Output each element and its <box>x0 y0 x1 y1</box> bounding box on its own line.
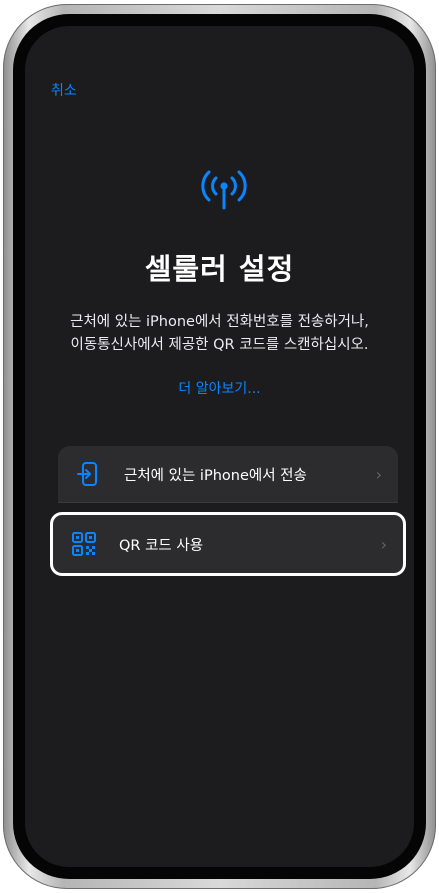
qr-code-icon <box>71 531 97 557</box>
cancel-button[interactable]: 취소 <box>51 80 77 100</box>
chevron-right-icon: › <box>380 534 387 554</box>
use-qr-code-option[interactable]: QR 코드 사용 › <box>50 512 406 576</box>
chevron-right-icon: › <box>375 464 382 484</box>
divider <box>58 502 398 503</box>
setup-screen: 취소 셀룰러 설정 근처에 있는 iPhone에서 전화번호를 전송하거나, 이… <box>25 26 414 867</box>
transfer-from-iphone-option[interactable]: 근처에 있는 iPhone에서 전송 › <box>58 446 398 502</box>
phone-transfer-icon <box>76 461 102 487</box>
description-line-1: 근처에 있는 iPhone에서 전화번호를 전송하거나, <box>70 314 369 330</box>
learn-more-link[interactable]: 더 알아보기... <box>25 378 414 398</box>
qr-option-label: QR 코드 사용 <box>119 537 204 554</box>
description: 근처에 있는 iPhone에서 전화번호를 전송하거나, 이동통신사에서 제공한… <box>25 311 414 357</box>
page-title: 셀룰러 설정 <box>144 252 295 286</box>
transfer-option-label: 근처에 있는 iPhone에서 전송 <box>124 467 307 484</box>
description-line-2: 이동통신사에서 제공한 QR 코드를 스캔하십시오. <box>70 337 369 353</box>
cellular-antenna-icon <box>201 170 247 210</box>
